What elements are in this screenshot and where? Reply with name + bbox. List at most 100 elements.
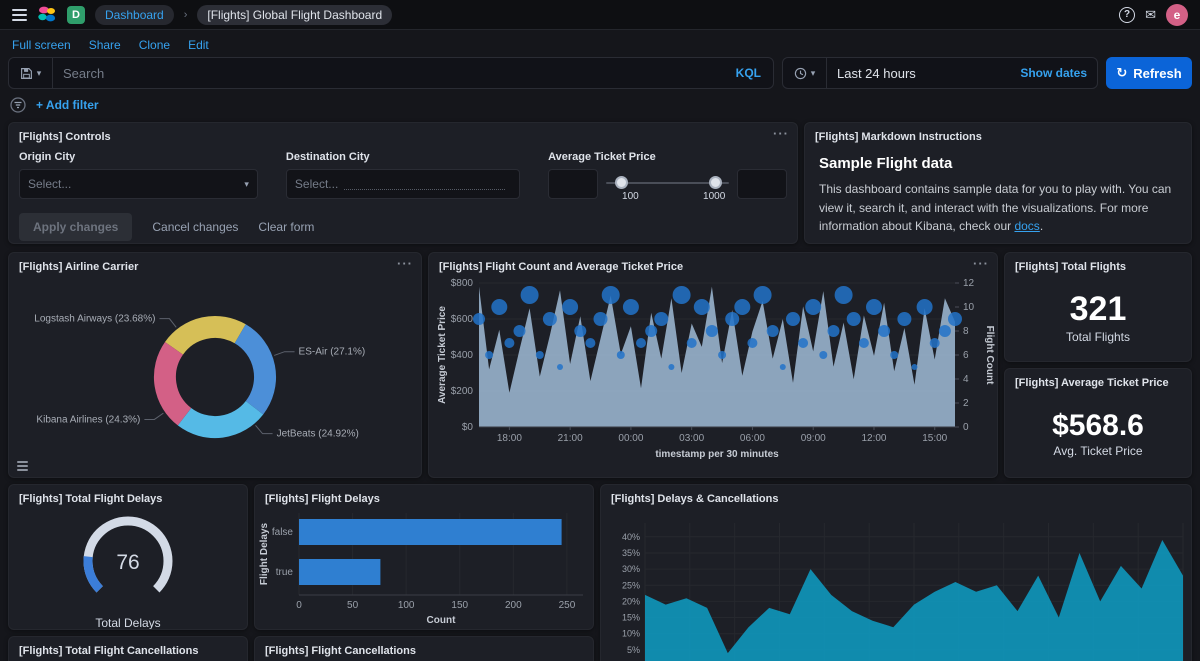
svg-text:$200: $200 xyxy=(451,386,474,397)
slider-min-label: 100 xyxy=(622,191,639,202)
svg-text:0: 0 xyxy=(296,600,302,611)
svg-text:21:00: 21:00 xyxy=(558,433,583,444)
panel-delays-cancellations: [Flights] Delays & Cancellations 5%10%15… xyxy=(600,484,1192,661)
svg-text:09:00: 09:00 xyxy=(801,433,826,444)
panel-options-icon[interactable]: ··· xyxy=(973,256,989,271)
filter-bar: + Add filter xyxy=(10,94,99,116)
destination-city-select[interactable]: Select... xyxy=(286,169,520,199)
apply-changes-button[interactable]: Apply changes xyxy=(19,213,132,241)
svg-text:Flight Delays: Flight Delays xyxy=(259,522,270,585)
panel-total-flight-cancellations: [Flights] Total Flight Cancellations xyxy=(8,636,248,661)
show-dates-button[interactable]: Show dates xyxy=(1010,66,1097,80)
markdown-heading: Sample Flight data xyxy=(819,155,1177,172)
full-screen-button[interactable]: Full screen xyxy=(12,38,71,52)
price-range-slider[interactable]: 100 1000 xyxy=(606,169,729,203)
svg-text:Average Ticket Price: Average Ticket Price xyxy=(437,306,448,404)
slider-max-label: 1000 xyxy=(703,191,725,202)
metric-value: $568.6 xyxy=(1052,410,1144,442)
share-button[interactable]: Share xyxy=(89,38,121,52)
svg-text:5%: 5% xyxy=(627,645,640,655)
user-avatar[interactable]: e xyxy=(1166,4,1188,26)
slider-handle-max[interactable] xyxy=(709,176,722,189)
flight-count-price-chart[interactable]: $0$200$400$600$80002468101218:0021:0000:… xyxy=(433,275,997,478)
saved-queries-button[interactable]: ▾ xyxy=(9,58,53,88)
panel-title: [Flights] Average Ticket Price xyxy=(1005,369,1191,391)
search-bar: ▾ KQL xyxy=(8,57,774,89)
panel-total-flight-delays: [Flights] Total Flight Delays 76 Total D… xyxy=(8,484,248,630)
avg-ticket-price-metric: $568.6 Avg. Ticket Price xyxy=(1005,391,1191,477)
clear-form-button[interactable]: Clear form xyxy=(258,220,314,234)
help-icon[interactable]: ? xyxy=(1119,7,1135,23)
panel-title: [Flights] Flight Count and Average Ticke… xyxy=(429,253,997,275)
docs-link[interactable]: docs xyxy=(1014,219,1039,233)
svg-text:$400: $400 xyxy=(451,350,474,361)
panel-title: [Flights] Total Flight Cancellations xyxy=(9,637,247,659)
svg-text:$600: $600 xyxy=(451,314,474,325)
chevron-down-icon: ▾ xyxy=(811,68,816,79)
svg-text:true: true xyxy=(276,567,294,578)
markdown-paragraph: This dashboard contains sample data for … xyxy=(819,180,1177,236)
edit-button[interactable]: Edit xyxy=(188,38,209,52)
kibana-app: D Dashboard › [Flights] Global Flight Da… xyxy=(0,0,1200,661)
search-input[interactable] xyxy=(53,66,724,81)
svg-text:Logstash Airways (23.68%): Logstash Airways (23.68%) xyxy=(34,314,155,325)
svg-text:2: 2 xyxy=(963,398,969,409)
metric-label: Avg. Ticket Price xyxy=(1053,444,1142,458)
svg-text:6: 6 xyxy=(963,350,969,361)
total-delays-gauge-chart[interactable]: 76 xyxy=(10,507,246,612)
filter-icon[interactable] xyxy=(10,97,26,113)
svg-text:35%: 35% xyxy=(622,548,640,558)
delays-cancellations-area-chart[interactable]: 5%10%15%20%25%30%35%40% xyxy=(605,507,1191,661)
svg-text:00:00: 00:00 xyxy=(618,433,643,444)
elastic-logo[interactable] xyxy=(37,5,57,25)
svg-text:10: 10 xyxy=(963,302,975,313)
breadcrumb-dashboard[interactable]: Dashboard xyxy=(95,5,174,25)
svg-text:Kibana Airlines (24.3%): Kibana Airlines (24.3%) xyxy=(36,414,140,425)
svg-text:8: 8 xyxy=(963,326,969,337)
panel-airline-carrier: [Flights] Airline Carrier ··· Logstash A… xyxy=(8,252,422,478)
breadcrumb-separator-icon: › xyxy=(184,9,188,21)
mail-icon[interactable]: ✉ xyxy=(1145,7,1156,23)
date-picker: ▾ Last 24 hours Show dates xyxy=(782,57,1098,89)
svg-text:100: 100 xyxy=(398,600,415,611)
panel-options-icon[interactable]: ··· xyxy=(397,256,413,271)
svg-text:12:00: 12:00 xyxy=(861,433,886,444)
cancel-changes-button[interactable]: Cancel changes xyxy=(152,220,238,234)
breadcrumb-current[interactable]: [Flights] Global Flight Dashboard xyxy=(197,5,392,25)
svg-text:200: 200 xyxy=(505,600,522,611)
origin-city-select[interactable]: Select... ▾ xyxy=(19,169,258,199)
price-max-input[interactable] xyxy=(737,169,787,199)
refresh-button[interactable]: ↻ Refresh xyxy=(1106,57,1192,89)
panel-title: [Flights] Total Flights xyxy=(1005,253,1191,275)
global-header: D Dashboard › [Flights] Global Flight Da… xyxy=(0,0,1200,30)
panel-total-flights: [Flights] Total Flights 321 Total Flight… xyxy=(1004,252,1192,362)
refresh-icon: ↻ xyxy=(1116,65,1127,81)
flight-delays-bar-chart[interactable]: 050100150200250falsetrueCountFlight Dela… xyxy=(255,507,593,630)
svg-text:50: 50 xyxy=(347,600,359,611)
price-min-input[interactable] xyxy=(548,169,598,199)
clone-button[interactable]: Clone xyxy=(139,38,170,52)
svg-text:25%: 25% xyxy=(622,580,640,590)
panel-options-icon[interactable]: ··· xyxy=(773,126,789,141)
airline-carrier-donut-chart[interactable]: Logstash Airways (23.68%)ES-Air (27.1%)J… xyxy=(9,275,421,478)
dashboard-grid: [Flights] Controls ··· Origin City Selec… xyxy=(0,120,1200,661)
metric-label: Total Flights xyxy=(1066,330,1130,344)
kql-toggle[interactable]: KQL xyxy=(724,66,773,80)
space-avatar[interactable]: D xyxy=(67,6,85,24)
svg-text:40%: 40% xyxy=(622,532,640,542)
slider-handle-min[interactable] xyxy=(615,176,628,189)
panel-avg-ticket-price: [Flights] Average Ticket Price $568.6 Av… xyxy=(1004,368,1192,478)
menu-icon[interactable] xyxy=(12,9,27,21)
svg-text:30%: 30% xyxy=(622,564,640,574)
panel-title: [Flights] Delays & Cancellations xyxy=(601,485,1191,507)
chevron-down-icon: ▾ xyxy=(244,179,249,190)
placeholder-dots xyxy=(344,178,505,190)
panel-title: [Flights] Controls xyxy=(9,123,797,145)
panel-flight-cancellations: [Flights] Flight Cancellations xyxy=(254,636,594,661)
panel-flight-delays: [Flights] Flight Delays 050100150200250f… xyxy=(254,484,594,630)
time-menu-button[interactable]: ▾ xyxy=(783,58,827,88)
time-range-label[interactable]: Last 24 hours xyxy=(827,66,1010,81)
add-filter-button[interactable]: + Add filter xyxy=(36,98,99,112)
svg-text:ES-Air (27.1%): ES-Air (27.1%) xyxy=(299,347,366,358)
legend-toggle-icon[interactable] xyxy=(17,461,28,471)
